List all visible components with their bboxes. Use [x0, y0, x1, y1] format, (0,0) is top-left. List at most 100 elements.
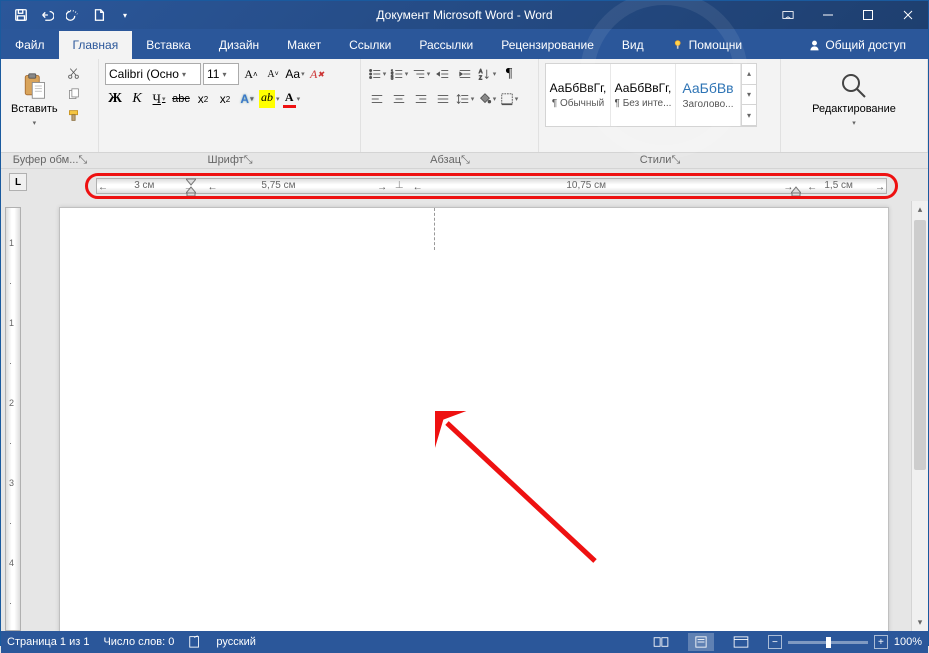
undo-button[interactable] — [35, 3, 59, 27]
svg-text:A: A — [479, 69, 483, 75]
font-color-button[interactable]: A — [282, 89, 302, 109]
styles-gallery[interactable]: АаБбВвГг,¶ Обычный АаБбВвГг,¶ Без инте..… — [545, 63, 757, 127]
tab-file[interactable]: Файл — [1, 31, 59, 59]
clear-formatting-button[interactable]: A✖ — [307, 64, 327, 84]
font-size-combo[interactable]: 11▾ — [203, 63, 239, 85]
window-controls — [768, 1, 928, 29]
bold-button[interactable]: Ж — [105, 89, 125, 109]
proofing-icon[interactable] — [188, 634, 202, 651]
center-guide — [434, 208, 435, 250]
tab-selector[interactable]: L — [9, 173, 27, 191]
tab-references[interactable]: Ссылки — [335, 31, 405, 59]
text-effects-button[interactable]: A — [237, 89, 257, 109]
grow-font-button[interactable]: A˄ — [241, 64, 261, 84]
styles-expand[interactable]: ▾ — [742, 105, 756, 126]
page-canvas[interactable] — [25, 201, 911, 631]
status-bar: Страница 1 из 1 Число слов: 0 русский − … — [1, 631, 928, 653]
tab-design[interactable]: Дизайн — [205, 31, 273, 59]
styles-launcher[interactable]: ⤡ — [671, 154, 680, 166]
scroll-thumb[interactable] — [914, 220, 926, 470]
shading-button[interactable] — [477, 89, 497, 109]
vertical-scrollbar[interactable]: ▴ ▾ — [911, 201, 928, 631]
change-case-button[interactable]: Aa — [285, 64, 305, 84]
tell-me-input[interactable]: Помощни — [658, 31, 756, 59]
tab-insert[interactable]: Вставка — [132, 31, 205, 59]
scroll-down-button[interactable]: ▾ — [912, 614, 928, 631]
group-styles: АаБбВвГг,¶ Обычный АаБбВвГг,¶ Без инте..… — [539, 59, 781, 152]
tab-mailings[interactable]: Рассылки — [405, 31, 487, 59]
bullets-button[interactable] — [367, 64, 387, 84]
tab-layout[interactable]: Макет — [273, 31, 335, 59]
underline-button[interactable]: Ч — [149, 89, 169, 109]
italic-button[interactable]: К — [127, 89, 147, 109]
editing-menu-button[interactable]: Редактирование▾ — [808, 63, 900, 135]
tab-view[interactable]: Вид — [608, 31, 658, 59]
ribbon: Вставить▾ Calibri (Осно▾ 11▾ A˄ A˅ Aa A✖… — [1, 59, 928, 153]
window-title: Документ Microsoft Word - Word — [376, 8, 552, 22]
numbering-button[interactable]: 123 — [389, 64, 409, 84]
title-bar: ▾ Документ Microsoft Word - Word — [1, 1, 928, 29]
close-button[interactable] — [888, 1, 928, 29]
zoom-in-button[interactable]: + — [874, 635, 888, 649]
status-page[interactable]: Страница 1 из 1 — [7, 636, 89, 648]
zoom-slider[interactable] — [788, 641, 868, 644]
line-spacing-button[interactable] — [455, 89, 475, 109]
share-button[interactable]: Общий доступ — [794, 31, 920, 59]
font-launcher[interactable]: ⤡ — [244, 154, 253, 166]
styles-scroll-down[interactable]: ▾ — [742, 85, 756, 106]
read-mode-button[interactable] — [648, 633, 674, 651]
shrink-font-button[interactable]: A˅ — [263, 64, 283, 84]
paste-button[interactable]: Вставить▾ — [7, 63, 62, 135]
format-painter-button[interactable] — [64, 105, 84, 125]
align-right-button[interactable] — [411, 89, 431, 109]
decrease-indent-button[interactable] — [433, 64, 453, 84]
borders-button[interactable] — [499, 89, 519, 109]
multilevel-list-button[interactable] — [411, 64, 431, 84]
horizontal-ruler[interactable]: ← 3 см → ← 5,75 см → ⊥ ← 10,75 см → ← 1,… — [85, 173, 898, 199]
save-button[interactable] — [9, 3, 33, 27]
group-font: Calibri (Осно▾ 11▾ A˄ A˅ Aa A✖ Ж К Ч abc… — [99, 59, 361, 152]
svg-text:Z: Z — [479, 75, 483, 81]
status-language[interactable]: русский — [216, 636, 255, 648]
style-no-spacing[interactable]: АаБбВвГг,¶ Без инте... — [611, 64, 676, 126]
style-normal[interactable]: АаБбВвГг,¶ Обычный — [546, 64, 611, 126]
ribbon-options-button[interactable] — [768, 1, 808, 29]
increase-indent-button[interactable] — [455, 64, 475, 84]
subscript-button[interactable]: x2 — [193, 89, 213, 109]
vertical-ruler[interactable]: 1· 1· 2· 3· 4· — [1, 201, 25, 631]
print-layout-button[interactable] — [688, 633, 714, 651]
redo-button[interactable] — [61, 3, 85, 27]
style-heading1[interactable]: АаБбВвЗаголово... — [676, 64, 741, 126]
zoom-out-button[interactable]: − — [768, 635, 782, 649]
group-clipboard: Вставить▾ — [1, 59, 99, 152]
copy-button[interactable] — [64, 84, 84, 104]
highlight-button[interactable]: ab — [259, 89, 280, 109]
new-doc-button[interactable] — [87, 3, 111, 27]
minimize-button[interactable] — [808, 1, 848, 29]
styles-scroll-up[interactable]: ▴ — [742, 64, 756, 85]
status-words[interactable]: Число слов: 0 — [103, 636, 174, 648]
quick-access-toolbar: ▾ — [1, 3, 137, 27]
align-center-button[interactable] — [389, 89, 409, 109]
tab-review[interactable]: Рецензирование — [487, 31, 608, 59]
justify-button[interactable] — [433, 89, 453, 109]
web-layout-button[interactable] — [728, 633, 754, 651]
svg-text:3: 3 — [391, 75, 394, 80]
tab-home[interactable]: Главная — [59, 31, 133, 59]
clipboard-launcher[interactable]: ⤡ — [78, 154, 87, 166]
page[interactable] — [59, 207, 889, 631]
zoom-level[interactable]: 100% — [894, 636, 922, 648]
scroll-up-button[interactable]: ▴ — [912, 201, 928, 218]
font-name-combo[interactable]: Calibri (Осно▾ — [105, 63, 201, 85]
zoom-control: − + 100% — [768, 635, 922, 649]
sort-button[interactable]: AZ — [477, 64, 497, 84]
paragraph-launcher[interactable]: ⤡ — [461, 154, 470, 166]
maximize-button[interactable] — [848, 1, 888, 29]
strikethrough-button[interactable]: abc — [171, 89, 191, 109]
superscript-button[interactable]: x2 — [215, 89, 235, 109]
align-left-button[interactable] — [367, 89, 387, 109]
ribbon-tabs: Файл Главная Вставка Дизайн Макет Ссылки… — [1, 29, 928, 59]
qat-customize-button[interactable]: ▾ — [113, 3, 137, 27]
show-marks-button[interactable]: ¶ — [499, 64, 519, 84]
cut-button[interactable] — [64, 63, 84, 83]
